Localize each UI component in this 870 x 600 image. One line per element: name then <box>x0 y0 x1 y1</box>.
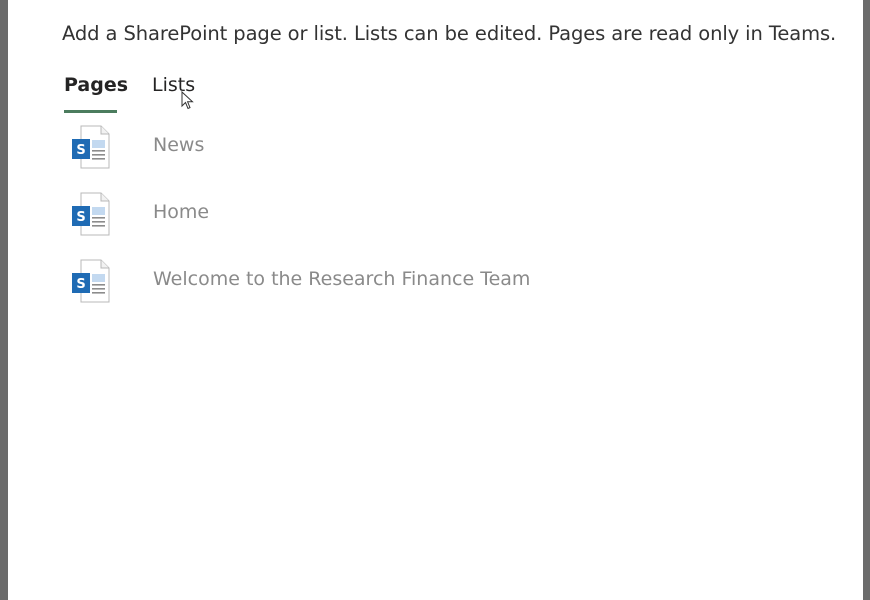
list-item-home[interactable]: S Home <box>70 189 770 239</box>
list-item-label: Home <box>153 201 210 223</box>
list-item-welcome[interactable]: S Welcome to the Research Finance Team <box>70 256 770 306</box>
mouse-pointer-icon <box>181 91 194 110</box>
svg-text:S: S <box>76 143 85 158</box>
list-item-label: News <box>153 134 205 156</box>
sharepoint-page-icon: S <box>72 125 110 169</box>
sharepoint-page-icon: S <box>72 259 110 303</box>
svg-text:S: S <box>76 277 85 292</box>
list-item-label: Welcome to the Research Finance Team <box>153 268 531 290</box>
selected-tab-indicator <box>64 110 117 113</box>
sharepoint-page-icon: S <box>72 192 110 236</box>
add-sharepoint-dialog: Add a SharePoint page or list. Lists can… <box>8 0 863 600</box>
svg-text:S: S <box>76 210 85 225</box>
list-item-news[interactable]: S News <box>70 122 770 172</box>
window-edge <box>863 0 870 600</box>
dialog-description: Add a SharePoint page or list. Lists can… <box>62 22 837 45</box>
tab-pages[interactable]: Pages <box>64 74 128 96</box>
